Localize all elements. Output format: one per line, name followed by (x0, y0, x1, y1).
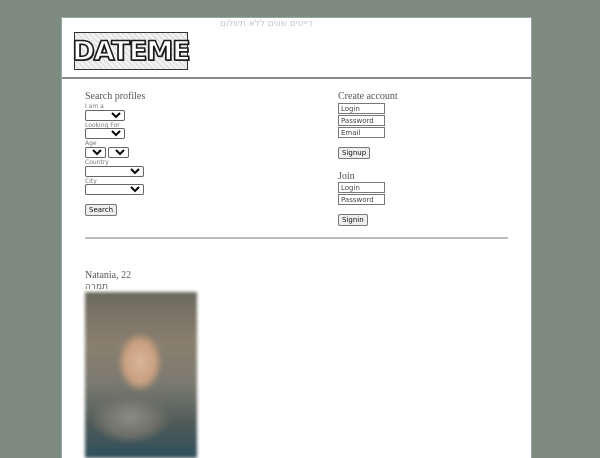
signin-password-input[interactable] (338, 194, 385, 205)
profile-subtitle: תמרה (85, 282, 108, 292)
signin-login-input[interactable] (338, 182, 385, 193)
section-divider (85, 237, 508, 239)
profile-name-age[interactable]: Natania, 22 (85, 270, 131, 281)
logo-text: DATEME (72, 35, 192, 68)
search-profiles-heading: Search profiles (85, 91, 146, 102)
country-select[interactable] (85, 166, 144, 177)
create-account-heading: Create account (338, 91, 398, 102)
page-container: דייטים שווים ללא תשלום DATEME Search pro… (61, 17, 532, 458)
i-am-label: I am a (85, 103, 104, 110)
signup-login-input[interactable] (338, 103, 385, 114)
signup-email-input[interactable] (338, 127, 385, 138)
search-button[interactable]: Search (85, 204, 118, 216)
signin-button[interactable]: Signin (338, 214, 368, 226)
country-label: Country (85, 159, 109, 166)
signup-password-input[interactable] (338, 115, 385, 126)
site-header: דייטים שווים ללא תשלום DATEME (62, 18, 531, 79)
i-am-select[interactable] (85, 110, 125, 121)
site-logo[interactable]: DATEME (72, 32, 192, 70)
city-select[interactable] (85, 184, 144, 195)
signup-button[interactable]: Signup (338, 147, 371, 159)
profile-photo[interactable] (85, 292, 197, 458)
age-max-select[interactable] (108, 147, 129, 158)
site-tagline: דייטים שווים ללא תשלום (220, 19, 313, 29)
looking-for-select[interactable] (85, 128, 125, 139)
age-min-select[interactable] (85, 147, 106, 158)
join-heading: Join (338, 171, 355, 182)
age-label: Age (85, 140, 97, 147)
